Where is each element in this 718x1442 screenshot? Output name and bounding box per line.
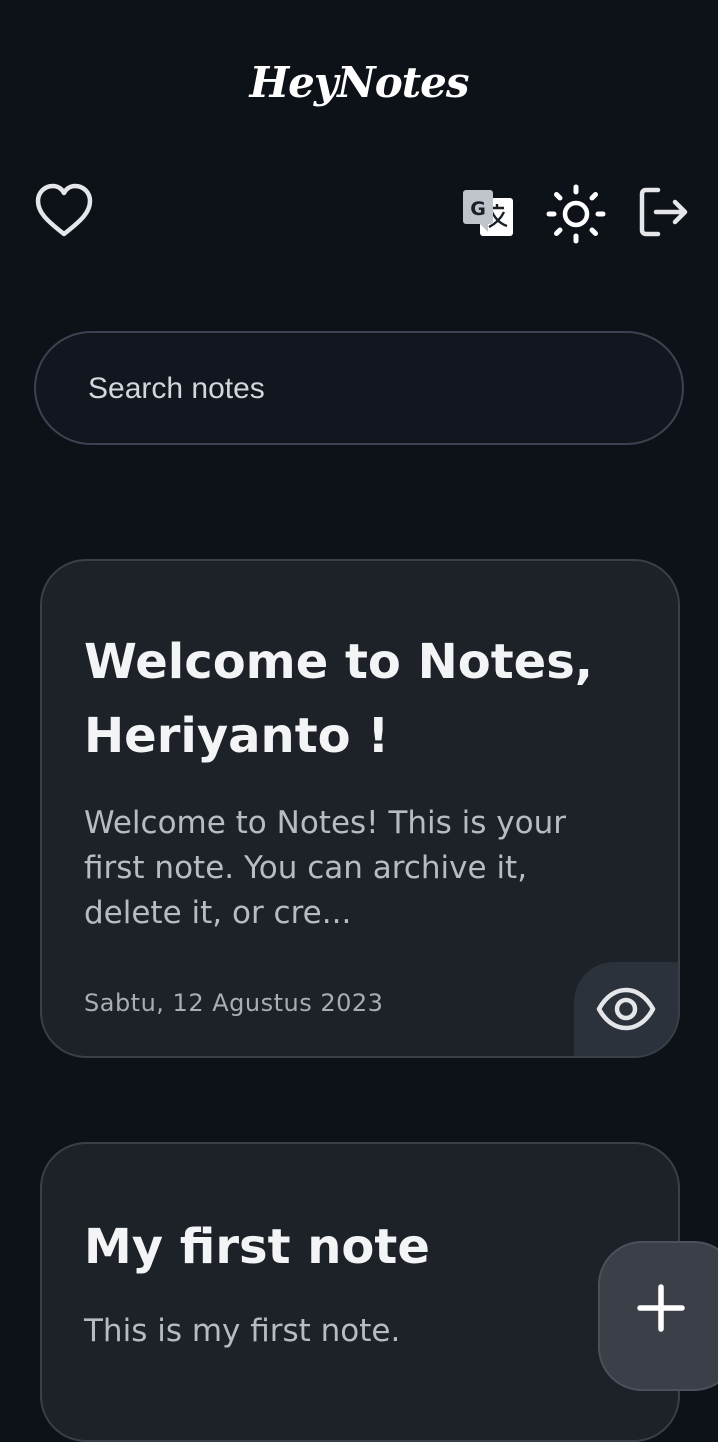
note-card[interactable]: My first note This is my first note. bbox=[40, 1142, 680, 1442]
note-card[interactable]: Welcome to Notes, Heriyanto ! Welcome to… bbox=[40, 559, 680, 1058]
note-body: This is my first note. bbox=[84, 1313, 401, 1349]
note-title: My first note bbox=[84, 1219, 430, 1275]
search-bar bbox=[34, 331, 684, 445]
view-note-button[interactable] bbox=[574, 962, 678, 1056]
svg-text:G: G bbox=[470, 198, 486, 220]
note-date: Sabtu, 12 Agustus 2023 bbox=[84, 989, 384, 1017]
heart-outline-icon[interactable] bbox=[34, 182, 94, 240]
note-body: Welcome to Notes! This is your first not… bbox=[84, 805, 566, 931]
logout-icon[interactable] bbox=[638, 186, 690, 238]
sun-icon[interactable] bbox=[546, 184, 606, 244]
app-title: HeyNotes bbox=[249, 58, 470, 107]
search-input[interactable] bbox=[86, 333, 650, 445]
add-note-button[interactable] bbox=[598, 1241, 718, 1391]
eye-icon bbox=[596, 987, 656, 1031]
translate-icon[interactable]: G bbox=[460, 186, 516, 240]
plus-icon bbox=[637, 1284, 685, 1332]
note-title: Welcome to Notes, Heriyanto ! bbox=[84, 634, 594, 764]
